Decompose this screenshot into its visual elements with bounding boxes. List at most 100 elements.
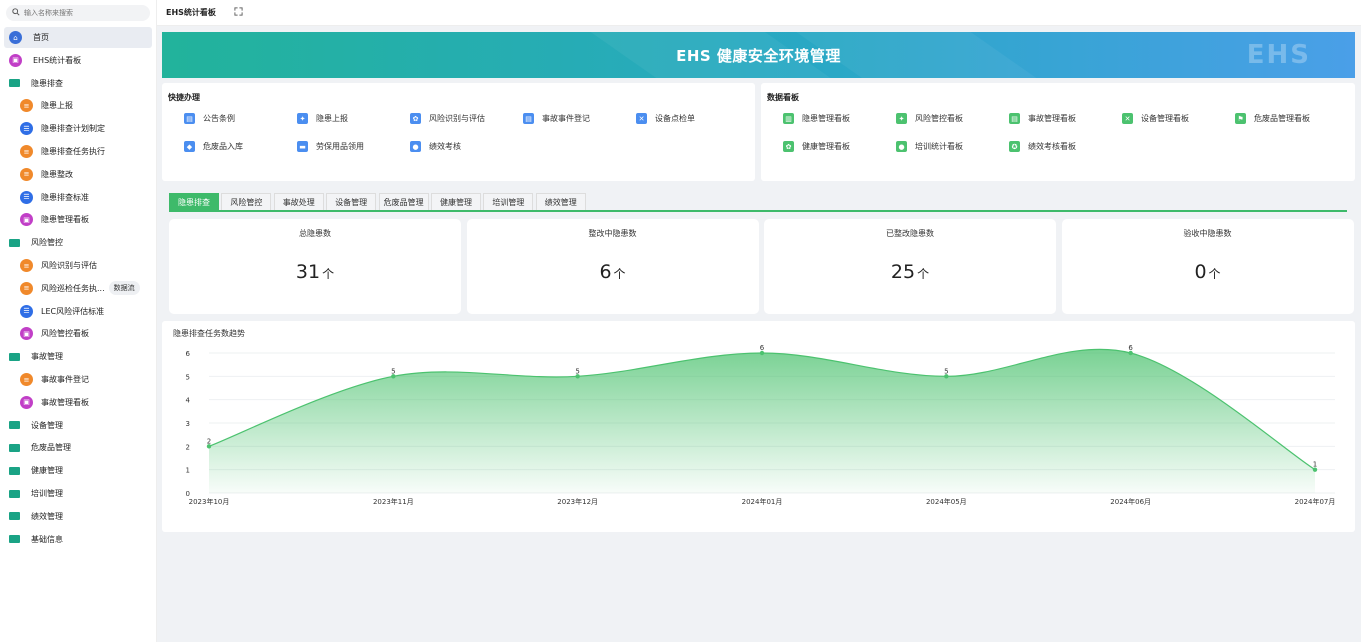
stat-unit: 个 <box>1208 267 1221 281</box>
top-bar: EHS统计看板 <box>157 0 1361 26</box>
stat-card: 验收中隐患数 0 个 <box>1061 219 1354 314</box>
tab[interactable]: 危废品管理 <box>378 193 429 210</box>
quick-actions-card: 快捷办理 ▤ 公告条例 ✦ 隐患上报 ✿ 风险识别与评估 ▤ 事故事件登记 ✕ 设备点检单 ◆ 危废品… <box>162 83 755 181</box>
stat-value: 31 个 <box>169 261 461 283</box>
quick-action-label: 设备点检单 <box>655 114 695 123</box>
quick-action[interactable]: ✕ 设备点检单 <box>636 113 695 124</box>
data-boards-card: 数据看板 ▥ 隐患管理看板 ✦ 风险管控看板 ▤ 事故管理看板 ✕ 设备管理看板 ⚑ 危废品管理看… <box>761 83 1355 181</box>
dashboard-icon: ▣ <box>20 395 33 409</box>
stat-unit: 个 <box>322 267 335 281</box>
tab[interactable]: 事故处理 <box>273 193 324 210</box>
sidebar-item-label: 事故管理 <box>31 352 63 362</box>
quick-action[interactable]: ▤ 公告条例 <box>184 113 235 124</box>
quick-action-label: 危废品入库 <box>203 142 243 151</box>
banner-watermark: EHS <box>1246 40 1311 70</box>
sidebar-item[interactable]: ▣ 风险管控看板 <box>4 323 152 344</box>
tab[interactable]: 设备管理 <box>326 193 377 210</box>
quick-action[interactable]: ✦ 隐患上报 <box>297 113 348 124</box>
data-label: 5 <box>944 367 948 375</box>
sidebar-item[interactable]: 健康管理 <box>4 460 152 481</box>
sidebar-item[interactable]: 绩效管理 <box>4 506 152 527</box>
flag-icon: ⚑ <box>1235 113 1246 124</box>
trend-chart: 0 1 2 3 4 5 6 2 5 5 6 5 6 1 2023年10月 2023年11月 2023年12月 20… <box>186 344 1336 506</box>
sidebar-item-label: 健康管理 <box>31 466 63 476</box>
tab[interactable]: 健康管理 <box>431 193 481 210</box>
data-label: 2 <box>207 437 211 445</box>
folder-icon <box>9 466 20 475</box>
board-link-label: 危废品管理看板 <box>1254 114 1310 123</box>
tab[interactable]: 隐患排查 <box>169 193 219 210</box>
sidebar-item[interactable]: ≡ 隐患排查任务执行 <box>4 141 152 162</box>
form-icon: ≡ <box>20 99 33 113</box>
board-link[interactable]: ▤ 事故管理看板 <box>1009 113 1076 124</box>
fullscreen-icon[interactable] <box>234 6 243 19</box>
sidebar-item[interactable]: 隐患排查 <box>4 73 152 94</box>
sidebar-item[interactable]: 事故管理 <box>4 346 152 367</box>
sidebar-item[interactable]: ☰ 隐患排查标准 <box>4 187 152 208</box>
sidebar-item[interactable]: ▣ 事故管理看板 <box>4 392 152 413</box>
board-link-label: 风险管控看板 <box>915 114 963 123</box>
stat-label: 整改中隐患数 <box>588 229 637 238</box>
sidebar-item[interactable]: ≡ 风险识别与评估 <box>4 255 152 276</box>
sidebar-item[interactable]: ⌂ 首页 <box>4 27 152 48</box>
sidebar-item-label: 事故管理看板 <box>41 397 89 407</box>
tab[interactable]: 培训管理 <box>483 193 534 210</box>
data-label: 5 <box>575 367 579 375</box>
sidebar-item-label: 绩效管理 <box>31 511 63 521</box>
list-icon: ☰ <box>20 304 33 318</box>
folder-icon <box>9 79 20 88</box>
stat-label: 已整改隐患数 <box>886 229 934 238</box>
board-link[interactable]: ✿ 健康管理看板 <box>783 141 850 152</box>
sidebar-item[interactable]: ≡ 隐患整改 <box>4 164 152 185</box>
search-input[interactable] <box>24 9 134 17</box>
folder-icon <box>9 535 20 544</box>
dashboard-icon: ▣ <box>9 53 22 67</box>
board-link[interactable]: ✕ 设备管理看板 <box>1122 113 1189 124</box>
tools-icon: ✕ <box>636 113 647 124</box>
board-link-label: 隐患管理看板 <box>802 114 850 123</box>
sidebar-item-label: 设备管理 <box>31 420 63 430</box>
sidebar-item-tag[interactable]: 数据流 <box>108 281 140 296</box>
sidebar-item-label: 首页 <box>33 33 49 42</box>
sidebar-item[interactable]: 基础信息 <box>4 529 152 550</box>
sidebar-item-label: LEC风险评估标准 <box>41 306 105 316</box>
quick-action[interactable]: ▬ 劳保用品领用 <box>297 141 364 152</box>
board-link[interactable]: ✪ 绩效考核看板 <box>1009 141 1076 152</box>
stat-unit: 个 <box>917 267 930 281</box>
board-link[interactable]: ▥ 隐患管理看板 <box>783 113 850 124</box>
quick-action[interactable]: ● 绩效考核 <box>410 141 461 152</box>
banner: EHS 健康安全环境管理 EHS <box>162 32 1355 78</box>
sidebar-item[interactable]: 风险管控 <box>4 232 152 253</box>
gear-icon: ✿ <box>783 141 794 152</box>
stat-number: 0 <box>1194 261 1207 283</box>
sidebar-item[interactable]: ≡ 隐患上报 <box>4 95 152 116</box>
form-icon: ≡ <box>20 167 33 181</box>
sidebar-item[interactable]: ▣ EHS统计看板 <box>4 50 152 71</box>
quick-action[interactable]: ✿ 风险识别与评估 <box>410 113 485 124</box>
folder-icon <box>9 512 20 521</box>
sidebar-item[interactable]: ≡ 事故事件登记 <box>4 369 152 390</box>
sidebar-item-label: 隐患排查 <box>31 78 63 88</box>
board-link[interactable]: ✦ 风险管控看板 <box>896 113 963 124</box>
tab[interactable]: 风险管控 <box>221 193 272 210</box>
quick-action[interactable]: ▤ 事故事件登记 <box>523 113 590 124</box>
board-link[interactable]: ⚑ 危废品管理看板 <box>1235 113 1310 124</box>
sidebar-item[interactable]: 培训管理 <box>4 483 152 504</box>
quick-action[interactable]: ◆ 危废品入库 <box>184 141 243 152</box>
y-tick-label: 3 <box>186 420 190 428</box>
sidebar-item[interactable]: 设备管理 <box>4 415 152 436</box>
sidebar-item[interactable]: ☰ LEC风险评估标准 <box>4 301 152 322</box>
dashboard-icon: ▣ <box>20 213 33 227</box>
search-box[interactable] <box>6 5 150 21</box>
tab[interactable]: 绩效管理 <box>535 193 586 210</box>
quick-action-label: 隐患上报 <box>316 114 348 123</box>
sidebar-item-label: 培训管理 <box>31 489 63 498</box>
sidebar-item-label: 危废品管理 <box>31 443 71 453</box>
sidebar-item[interactable]: ≡ 风险巡检任务执... 数据流 <box>4 278 152 299</box>
quick-action-label: 风险识别与评估 <box>429 114 485 123</box>
sidebar-item[interactable]: ▣ 隐患管理看板 <box>4 209 152 230</box>
sidebar-item[interactable]: ☰ 隐患排查计划制定 <box>4 118 152 139</box>
board-link[interactable]: ● 培训统计看板 <box>896 141 963 152</box>
sidebar-item[interactable]: 危废品管理 <box>4 437 152 458</box>
data-boards-title: 数据看板 <box>767 93 799 102</box>
